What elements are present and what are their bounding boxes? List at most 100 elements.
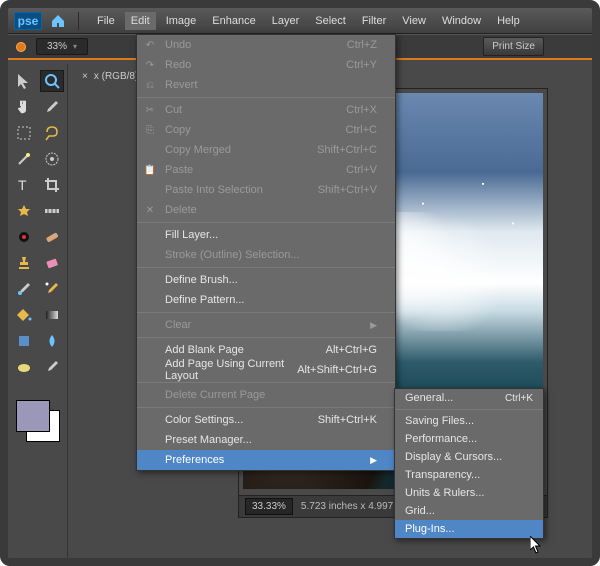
menu-item-label: Define Pattern... — [165, 294, 245, 306]
shape-tool[interactable] — [12, 330, 36, 352]
menu-window[interactable]: Window — [436, 12, 487, 30]
submenu-item-label: Saving Files... — [405, 415, 474, 427]
smart-brush-tool[interactable] — [40, 278, 64, 300]
toolbox: T — [8, 64, 68, 558]
eraser-tool[interactable] — [40, 252, 64, 274]
lasso-tool[interactable] — [40, 122, 64, 144]
submenu-item-label: Display & Cursors... — [405, 451, 502, 463]
menu-item-label: Copy Merged — [165, 144, 231, 156]
print-size-button[interactable]: Print Size — [483, 37, 544, 56]
menu-item-shortcut: Ctrl+C — [346, 124, 377, 136]
crop-tool[interactable] — [40, 174, 64, 196]
zoom-tool[interactable] — [40, 70, 64, 92]
tool-indicator-icon — [16, 42, 26, 52]
menu-select[interactable]: Select — [309, 12, 352, 30]
title-bar: pse FileEditImageEnhance LayerSelectFilte… — [8, 8, 592, 34]
menu-item-stroke-outline-selection: Stroke (Outline) Selection... — [137, 245, 395, 265]
menu-item-icon: 📋 — [143, 165, 157, 176]
paint-bucket-tool[interactable] — [12, 304, 36, 326]
menu-item-icon: ✕ — [143, 205, 157, 216]
submenu-item-label: Performance... — [405, 433, 477, 445]
menu-item-cut: ✂CutCtrl+X — [137, 100, 395, 120]
gradient-tool[interactable] — [40, 304, 64, 326]
eyedropper-tool[interactable] — [40, 96, 64, 118]
submenu-item-label: Transparency... — [405, 469, 480, 481]
menu-item-copy-merged: Copy MergedShift+Ctrl+C — [137, 140, 395, 160]
menu-item-undo: ↶UndoCtrl+Z — [137, 35, 395, 55]
foreground-color-swatch[interactable] — [16, 400, 50, 432]
submenu-item-label: General... — [405, 392, 453, 404]
menu-image[interactable]: Image — [160, 12, 203, 30]
submenu-item-transparency[interactable]: Transparency... — [395, 466, 543, 484]
blur-tool[interactable] — [40, 330, 64, 352]
submenu-item-display-cursors[interactable]: Display & Cursors... — [395, 448, 543, 466]
hand-tool[interactable] — [12, 96, 36, 118]
menu-item-label: Delete — [165, 204, 197, 216]
menu-enhance[interactable]: Enhance — [206, 12, 261, 30]
menu-item-delete-current-page: Delete Current Page — [137, 385, 395, 405]
cookie-cutter-tool[interactable] — [12, 200, 36, 222]
menu-separator — [137, 407, 395, 408]
menu-item-shortcut: Ctrl+X — [346, 104, 377, 116]
menu-item-delete: ✕ Delete — [137, 200, 395, 220]
menu-item-preset-manager[interactable]: Preset Manager... — [137, 430, 395, 450]
menu-item-label: Copy — [165, 124, 191, 136]
submenu-item-performance[interactable]: Performance... — [395, 430, 543, 448]
menu-item-paste: 📋PasteCtrl+V — [137, 160, 395, 180]
marquee-tool[interactable] — [12, 122, 36, 144]
move-tool[interactable] — [12, 70, 36, 92]
home-icon[interactable] — [50, 13, 66, 29]
submenu-item-label: Plug-Ins... — [405, 523, 455, 535]
menu-item-label: Preferences — [165, 454, 224, 466]
menu-item-label: Redo — [165, 59, 191, 71]
selection-brush-tool[interactable] — [40, 148, 64, 170]
menu-view[interactable]: View — [396, 12, 432, 30]
status-zoom[interactable]: 33.33% — [245, 498, 293, 515]
menu-item-shortcut: Alt+Shift+Ctrl+G — [297, 364, 377, 376]
submenu-item-general[interactable]: General... Ctrl+K — [395, 389, 543, 407]
magic-wand-tool[interactable] — [12, 148, 36, 170]
clone-stamp-tool[interactable] — [12, 252, 36, 274]
submenu-item-plug-ins[interactable]: Plug-Ins... — [395, 520, 543, 538]
menu-item-shortcut: Shift+Ctrl+K — [318, 414, 377, 426]
submenu-item-saving-files[interactable]: Saving Files... — [395, 412, 543, 430]
submenu-item-shortcut: Ctrl+K — [505, 393, 533, 404]
menu-filter[interactable]: Filter — [356, 12, 392, 30]
close-icon[interactable]: × — [82, 71, 88, 82]
menu-item-add-blank-page[interactable]: Add Blank PageAlt+Ctrl+G — [137, 340, 395, 360]
menu-item-shortcut: Ctrl+Y — [346, 59, 377, 71]
menu-edit[interactable]: Edit — [125, 12, 156, 30]
submenu-item-units-rulers[interactable]: Units & Rulers... — [395, 484, 543, 502]
zoom-level-dropdown[interactable]: 33% — [36, 38, 88, 55]
menu-item-add-page-using-current-layout[interactable]: Add Page Using Current LayoutAlt+Shift+C… — [137, 360, 395, 380]
submenu-item-label: Grid... — [405, 505, 435, 517]
menu-item-fill-layer[interactable]: Fill Layer... — [137, 225, 395, 245]
app-logo[interactable]: pse — [14, 12, 42, 30]
menu-item-define-pattern[interactable]: Define Pattern... — [137, 290, 395, 310]
detail-brush-tool[interactable] — [40, 356, 64, 378]
submenu-item-label: Units & Rulers... — [405, 487, 484, 499]
menu-file[interactable]: File — [91, 12, 121, 30]
type-tool[interactable]: T — [12, 174, 36, 196]
menu-item-icon: ⎘ — [143, 125, 157, 136]
color-swatches[interactable] — [12, 396, 64, 446]
submenu-arrow-icon: ▶ — [370, 320, 377, 331]
menu-item-label: Delete Current Page — [165, 389, 265, 401]
menu-help[interactable]: Help — [491, 12, 526, 30]
menu-layer[interactable]: Layer — [266, 12, 306, 30]
menu-item-shortcut: Alt+Ctrl+G — [326, 344, 377, 356]
healing-brush-tool[interactable] — [40, 226, 64, 248]
menu-item-define-brush[interactable]: Define Brush... — [137, 270, 395, 290]
straighten-tool[interactable] — [40, 200, 64, 222]
menu-item-color-settings[interactable]: Color Settings...Shift+Ctrl+K — [137, 410, 395, 430]
menu-item-icon: ↶ — [143, 40, 157, 51]
menu-item-preferences[interactable]: Preferences ▶ — [137, 450, 395, 470]
sponge-tool[interactable] — [12, 356, 36, 378]
brush-tool[interactable] — [12, 278, 36, 300]
submenu-arrow-icon: ▶ — [370, 455, 377, 466]
document-title: x (RGB/8) — [94, 71, 138, 82]
redeye-tool[interactable] — [12, 226, 36, 248]
submenu-item-grid[interactable]: Grid... — [395, 502, 543, 520]
menu-separator — [137, 222, 395, 223]
menu-separator — [395, 409, 543, 410]
